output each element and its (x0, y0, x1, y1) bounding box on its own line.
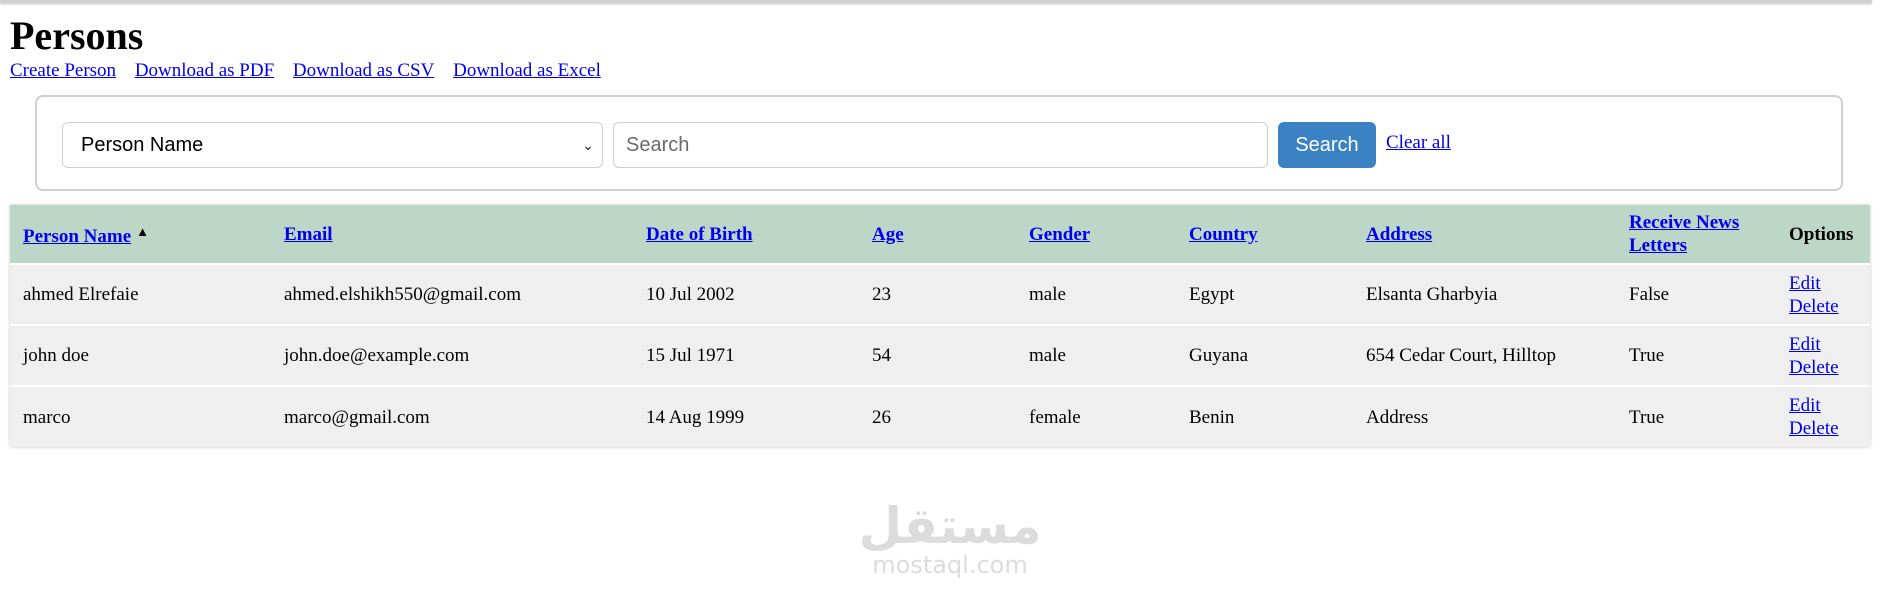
download-pdf-link[interactable]: Download as PDF (135, 60, 274, 81)
mostaql-watermark: مستقل mostaql.com (850, 500, 1050, 578)
header-date-of-birth: Date of Birth (633, 205, 859, 264)
sort-gender[interactable]: Gender (1029, 224, 1090, 245)
cell-receive-news-letters: False (1629, 284, 1670, 305)
cell-country: Benin (1189, 406, 1235, 428)
page-title: Persons (10, 13, 144, 58)
sort-address[interactable]: Address (1366, 224, 1432, 245)
caret-up-icon: ▲ (136, 224, 150, 239)
sort-person-name[interactable]: Person Name (23, 226, 131, 247)
cell-person-name: marco (23, 406, 71, 428)
cell-gender: female (1029, 406, 1081, 428)
edit-link[interactable]: Edit (1789, 272, 1821, 295)
watermark-latin: mostaql.com (872, 551, 1028, 579)
cell-options: Edit Delete (1776, 325, 1870, 386)
cell-email: john.doe@example.com (284, 345, 470, 366)
cell-email: ahmed.elshikh550@gmail.com (284, 284, 522, 305)
header-age: Age (859, 205, 1016, 264)
sort-country[interactable]: Country (1189, 224, 1258, 245)
clear-all-link[interactable]: Clear all (1386, 132, 1451, 154)
download-csv-link[interactable]: Download as CSV (293, 60, 434, 81)
cell-date-of-birth: 14 Aug 1999 (646, 406, 745, 428)
cell-age: 54 (872, 345, 891, 366)
search-field-selected: Person Name (81, 134, 204, 156)
table-header-row: Person Name ▲ Email Date of Birth Age Gen… (10, 205, 1870, 264)
cell-date-of-birth: 15 Jul 1971 (646, 345, 735, 366)
cell-age: 23 (872, 284, 891, 305)
cell-address: Address (1366, 406, 1429, 428)
cell-person-name: ahmed Elrefaie (23, 284, 139, 305)
cell-options: Edit Delete (1776, 386, 1870, 447)
header-address: Address (1353, 205, 1616, 264)
cell-address: 654 Cedar Court, Hilltop (1366, 345, 1556, 366)
top-border (0, 0, 1872, 3)
cell-gender: male (1029, 345, 1066, 366)
cell-age: 26 (872, 406, 891, 428)
header-options: Options (1789, 223, 1854, 245)
edit-link[interactable]: Edit (1789, 394, 1821, 417)
table-row: marco marco@gmail.com 14 Aug 1999 26 fem… (10, 386, 1870, 447)
sort-age[interactable]: Age (872, 224, 904, 245)
watermark-arabic: مستقل (858, 497, 1042, 555)
cell-address: Elsanta Gharbyia (1366, 284, 1498, 305)
delete-link[interactable]: Delete (1789, 417, 1839, 440)
chevron-down-icon: ⌄ (582, 137, 594, 153)
header-email: Email (271, 205, 633, 264)
header-person-name: Person Name ▲ (10, 205, 271, 264)
create-person-link[interactable]: Create Person (10, 60, 116, 81)
search-button[interactable]: Search (1278, 122, 1376, 168)
header-gender: Gender (1016, 205, 1176, 264)
cell-options: Edit Delete (1776, 264, 1870, 325)
cell-country: Egypt (1189, 284, 1235, 305)
search-field-select[interactable]: Person Name ⌄ (62, 122, 603, 168)
cell-receive-news-letters: True (1629, 406, 1665, 428)
table-row: john doe john.doe@example.com 15 Jul 197… (10, 325, 1870, 386)
table-row: ahmed Elrefaie ahmed.elshikh550@gmail.co… (10, 264, 1870, 325)
action-links: Create Person Download as PDF Download a… (10, 59, 615, 83)
delete-link[interactable]: Delete (1789, 295, 1839, 318)
persons-table: Person Name ▲ Email Date of Birth Age Gen… (10, 205, 1870, 447)
cell-gender: male (1029, 284, 1066, 305)
cell-person-name: john doe (23, 345, 89, 366)
sort-email[interactable]: Email (284, 224, 333, 245)
cell-date-of-birth: 10 Jul 2002 (646, 284, 735, 305)
delete-link[interactable]: Delete (1789, 356, 1839, 379)
cell-receive-news-letters: True (1629, 345, 1665, 366)
filter-panel: Person Name ⌄ Search Clear all (35, 95, 1843, 191)
sort-date-of-birth[interactable]: Date of Birth (646, 224, 753, 245)
header-country: Country (1176, 205, 1353, 264)
cell-email: marco@gmail.com (284, 406, 430, 428)
download-excel-link[interactable]: Download as Excel (453, 60, 601, 81)
cell-country: Guyana (1189, 345, 1249, 366)
header-receive-news-letters: Receive News Letters (1616, 205, 1776, 264)
sort-receive-news-letters[interactable]: Receive News Letters (1629, 212, 1739, 256)
search-input[interactable] (613, 122, 1268, 168)
edit-link[interactable]: Edit (1789, 333, 1821, 356)
